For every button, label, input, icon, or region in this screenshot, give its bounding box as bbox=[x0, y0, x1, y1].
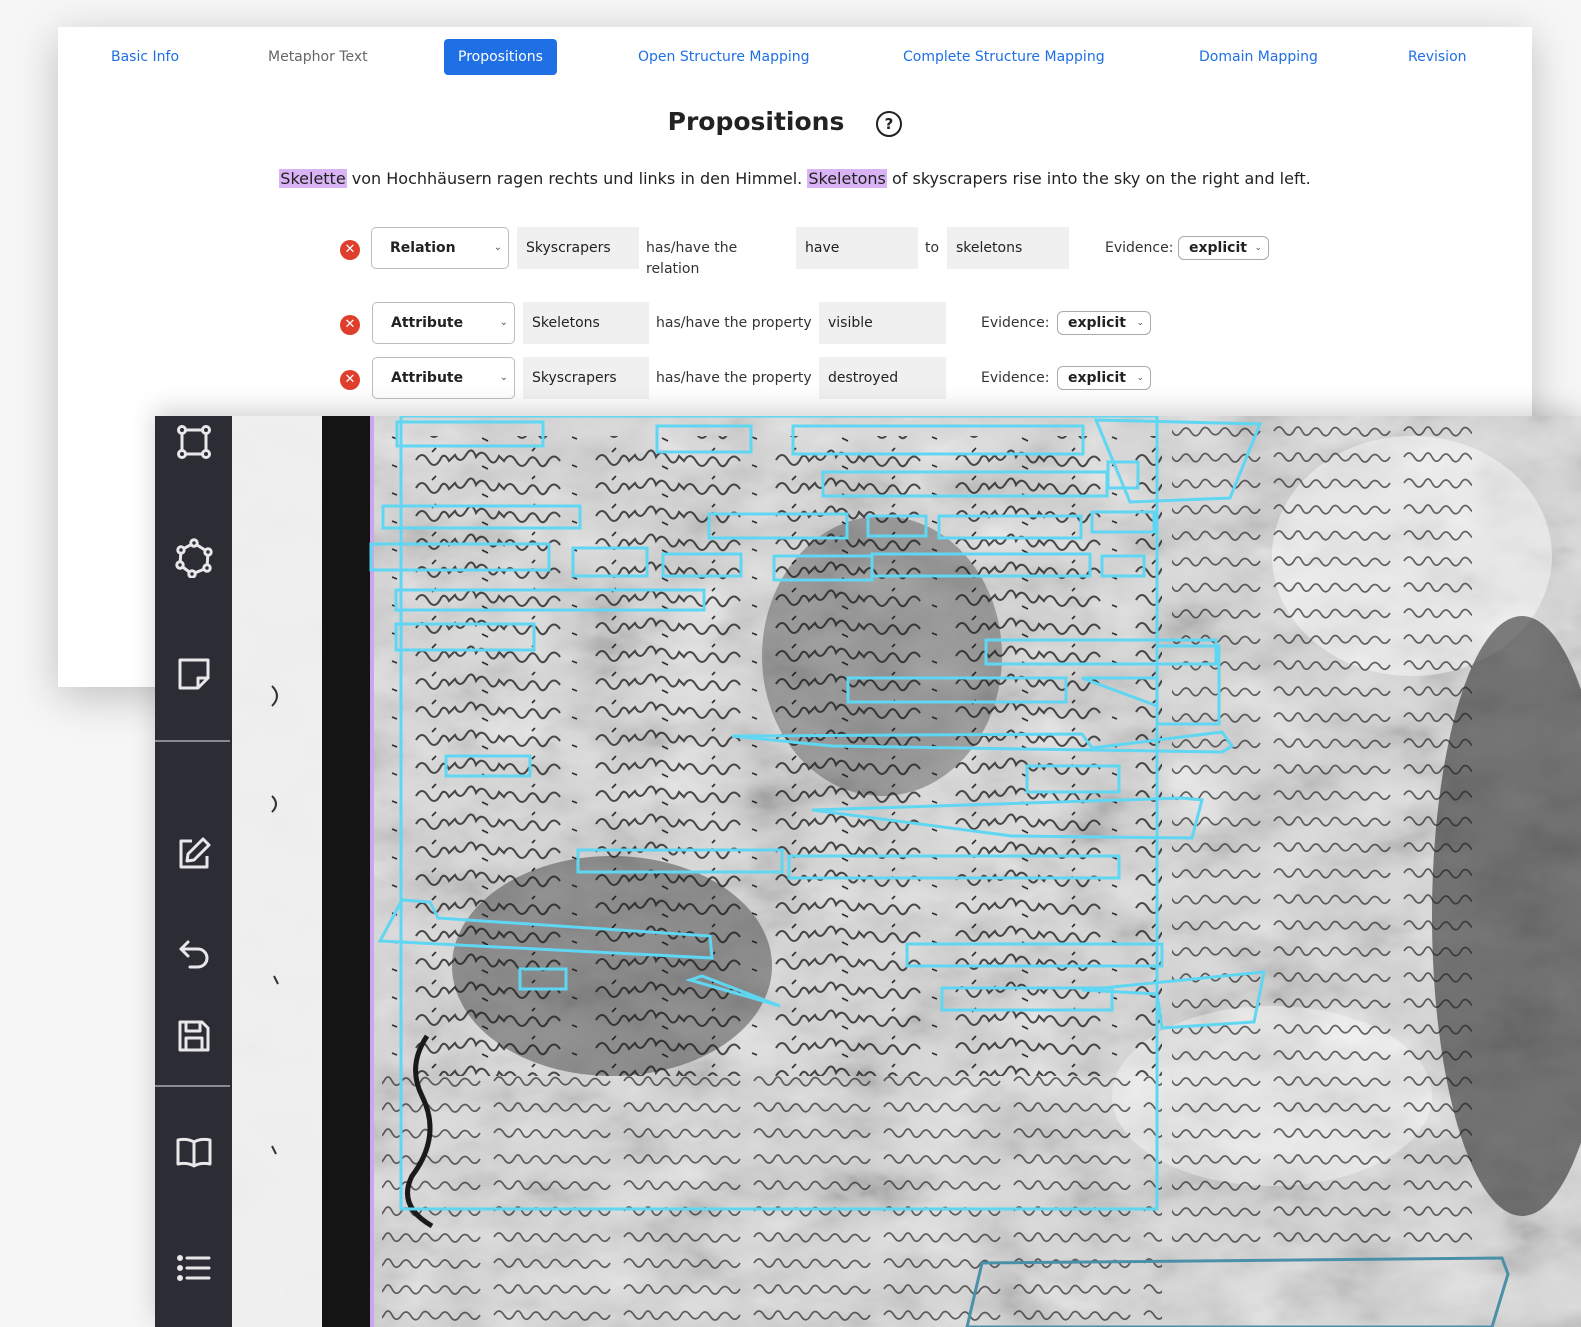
page-title-text: Propositions bbox=[667, 107, 845, 136]
evidence-label: Evidence: bbox=[981, 315, 1050, 331]
annotation-toolbar bbox=[155, 416, 232, 1327]
tab-complete-structure-mapping[interactable]: Complete Structure Mapping bbox=[889, 39, 1119, 75]
connector-text: has/have the property bbox=[656, 315, 812, 331]
metaphor-sentence: Skelette von Hochhäusern ragen rechts un… bbox=[58, 169, 1532, 188]
evidence-select[interactable]: explicit ⌄ bbox=[1057, 311, 1151, 335]
chevron-down-icon: ⌄ bbox=[499, 372, 508, 383]
proposition-row: ✕ Relation ⌄ Skyscrapers has/have the re… bbox=[58, 227, 1532, 277]
proposition-type-value: Attribute bbox=[391, 370, 464, 386]
highlight-english[interactable]: Skeletons bbox=[807, 169, 887, 188]
toolbar-divider bbox=[155, 740, 230, 742]
tab-domain-mapping[interactable]: Domain Mapping bbox=[1185, 39, 1332, 75]
highlight-german[interactable]: Skelette bbox=[279, 169, 347, 188]
proposition-type-select[interactable]: Relation ⌄ bbox=[371, 227, 509, 269]
evidence-label: Evidence: bbox=[981, 370, 1050, 386]
evidence-select[interactable]: explicit ⌄ bbox=[1057, 366, 1151, 390]
chevron-down-icon: ⌄ bbox=[493, 242, 502, 253]
help-icon[interactable]: ? bbox=[876, 111, 902, 137]
tab-propositions[interactable]: Propositions bbox=[444, 39, 557, 75]
chevron-down-icon: ⌄ bbox=[1136, 373, 1144, 383]
to-label: to bbox=[925, 240, 940, 256]
subject-field[interactable]: Skyscrapers bbox=[523, 357, 649, 399]
object-field[interactable]: skeletons bbox=[947, 227, 1069, 269]
manuscript-image bbox=[232, 416, 1581, 1327]
chevron-down-icon: ⌄ bbox=[1136, 318, 1144, 328]
tab-metaphor-text[interactable]: Metaphor Text bbox=[254, 39, 382, 75]
subject-field[interactable]: Skeletons bbox=[523, 302, 649, 344]
evidence-value: explicit bbox=[1068, 370, 1126, 386]
sentence-english: of skyscrapers rise into the sky on the … bbox=[886, 169, 1311, 188]
chevron-down-icon: ⌄ bbox=[1254, 243, 1262, 253]
close-circle-icon[interactable]: ✕ bbox=[340, 240, 360, 260]
relation-field[interactable]: have bbox=[796, 227, 918, 269]
toolbar-divider bbox=[155, 1085, 230, 1087]
close-circle-icon[interactable]: ✕ bbox=[340, 315, 360, 335]
close-circle-icon[interactable]: ✕ bbox=[340, 370, 360, 390]
proposition-row: ✕ Attribute ⌄ Skeletons has/have the pro… bbox=[58, 302, 1532, 346]
manuscript-canvas[interactable] bbox=[232, 416, 1581, 1327]
tab-revision[interactable]: Revision bbox=[1394, 39, 1481, 75]
proposition-type-select[interactable]: Attribute ⌄ bbox=[372, 357, 515, 399]
polygon-icon[interactable] bbox=[174, 538, 214, 579]
proposition-row: ✕ Attribute ⌄ Skyscrapers has/have the p… bbox=[58, 357, 1532, 401]
page-title: Propositions bbox=[58, 107, 1532, 136]
proposition-type-value: Relation bbox=[390, 240, 456, 256]
proposition-type-value: Attribute bbox=[391, 315, 464, 331]
chevron-down-icon: ⌄ bbox=[499, 317, 508, 328]
tab-bar: Basic Info Metaphor Text Propositions Op… bbox=[58, 39, 1532, 75]
undo-icon[interactable] bbox=[174, 934, 214, 974]
evidence-label: Evidence: bbox=[1105, 240, 1174, 256]
list-icon[interactable] bbox=[174, 1248, 214, 1288]
edit-icon[interactable] bbox=[174, 834, 214, 874]
evidence-select[interactable]: explicit ⌄ bbox=[1178, 236, 1269, 260]
tab-basic-info[interactable]: Basic Info bbox=[97, 39, 193, 75]
proposition-type-select[interactable]: Attribute ⌄ bbox=[372, 302, 515, 344]
evidence-value: explicit bbox=[1189, 240, 1247, 256]
tab-open-structure-mapping[interactable]: Open Structure Mapping bbox=[624, 39, 824, 75]
bounding-box-icon[interactable] bbox=[174, 422, 214, 462]
property-field[interactable]: visible bbox=[819, 302, 946, 344]
save-icon[interactable] bbox=[174, 1016, 214, 1056]
connector-text: has/have the property bbox=[656, 370, 812, 386]
property-field[interactable]: destroyed bbox=[819, 357, 946, 399]
subject-field[interactable]: Skyscrapers bbox=[517, 227, 639, 269]
image-annotation-viewer bbox=[155, 416, 1581, 1327]
sticky-note-icon[interactable] bbox=[174, 654, 214, 694]
connector-text: has/have the relation bbox=[646, 240, 738, 277]
book-icon[interactable] bbox=[174, 1132, 214, 1172]
sentence-german: von Hochhäusern ragen rechts und links i… bbox=[346, 169, 808, 188]
evidence-value: explicit bbox=[1068, 315, 1126, 331]
